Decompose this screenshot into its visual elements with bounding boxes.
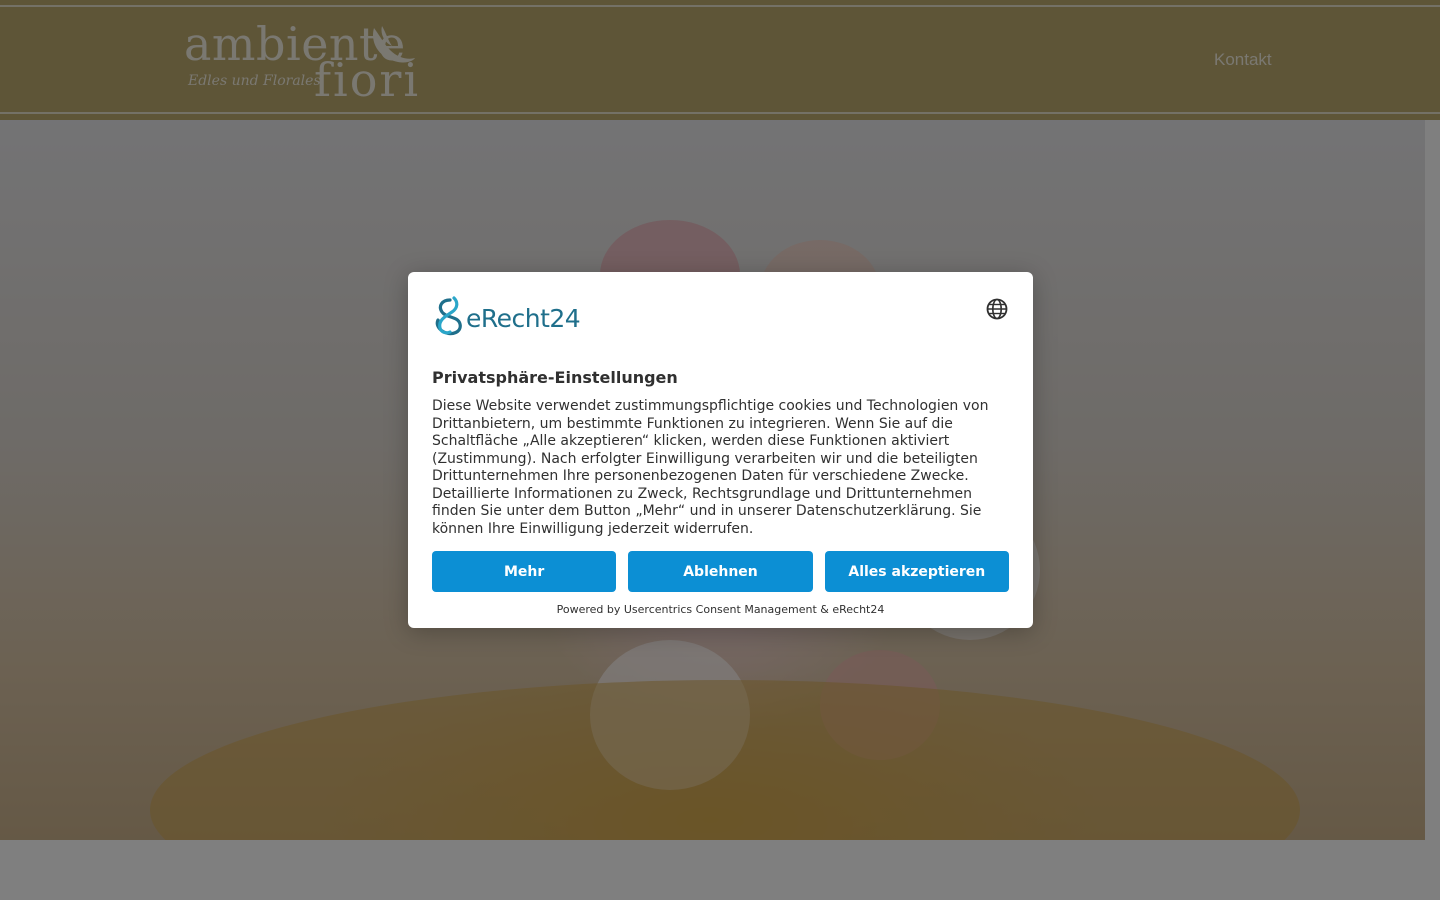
accept-all-button[interactable]: Alles akzeptieren [824,551,1009,592]
consent-description: Diese Website verwendet zustimmungspflic… [432,398,989,537]
erecht24-wordmark: eRecht24 [466,304,581,333]
consent-button-row: Mehr Ablehnen Alles akzeptieren [432,551,1009,592]
globe-icon [986,298,1008,320]
powered-by-text[interactable]: Powered by Usercentrics Consent Manageme… [408,603,1033,616]
erecht24-logo: eRecht24 [432,296,652,336]
more-button[interactable]: Mehr [432,551,617,592]
consent-title: Privatsphäre-Einstellungen [432,368,678,387]
consent-dialog: eRecht24 Privatsphäre-Einstellungen Dies… [408,272,1033,628]
decline-button[interactable]: Ablehnen [628,551,813,592]
language-selector[interactable] [984,296,1010,322]
erecht24-knot-icon [435,296,462,336]
